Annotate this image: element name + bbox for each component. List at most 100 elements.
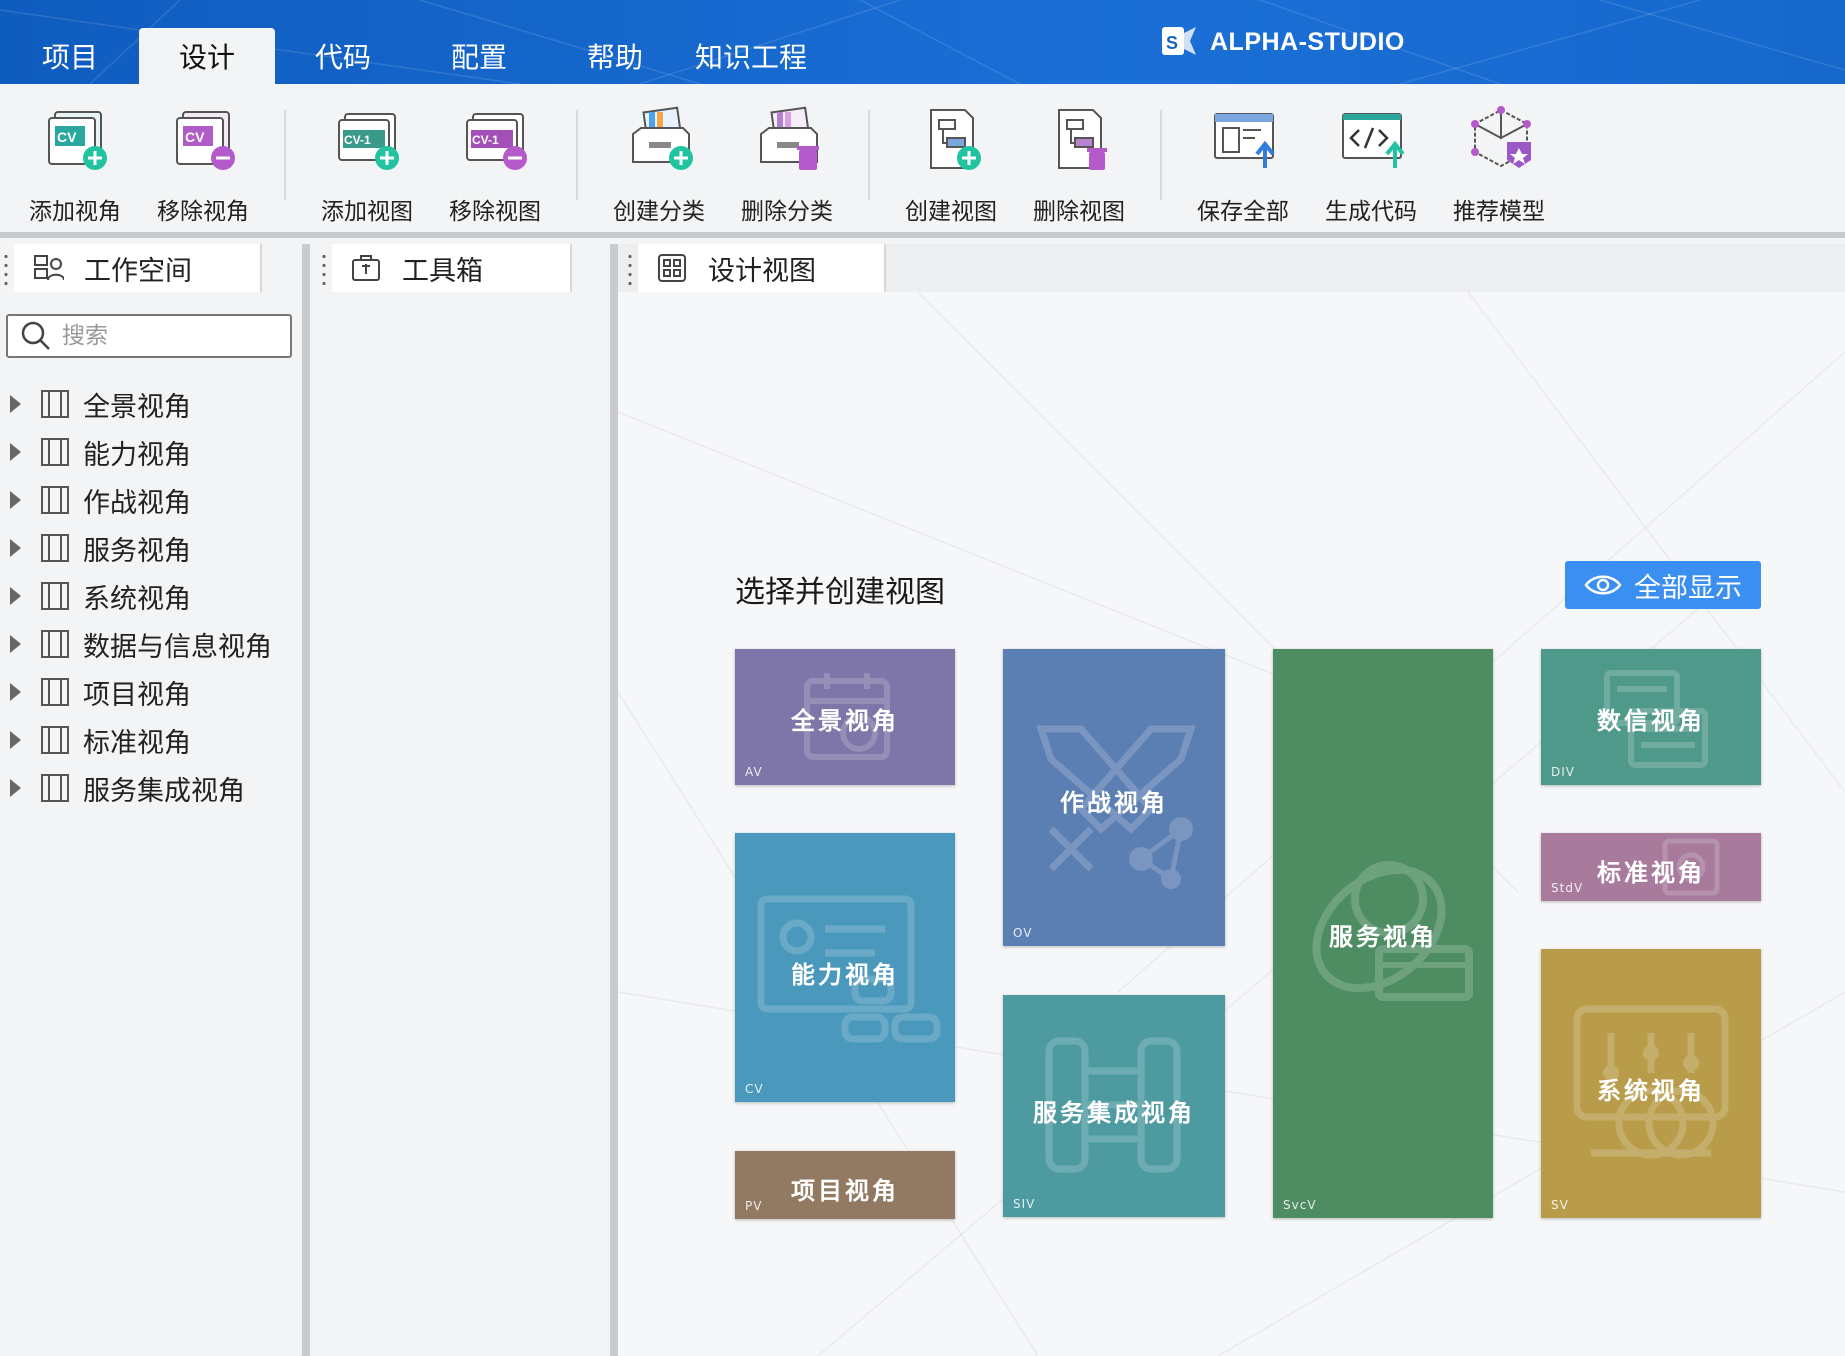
add-viewpoint-icon: CV [48,111,107,170]
create-category-icon [632,106,693,170]
expand-arrow-icon[interactable] [10,635,21,653]
card-abbreviation: SV [1551,1198,1569,1212]
tree-item[interactable]: 项目视角 [0,670,300,714]
card-title: 服务视角 [1329,923,1437,951]
viewpoint-card-sv[interactable]: 系统视角 SV [1541,949,1761,1218]
tab-workspace[interactable]: 工作空间 [14,244,262,292]
viewpoint-book-icon [41,534,69,562]
tree-item[interactable]: 服务视角 [0,526,300,570]
tab-design-view[interactable]: 设计视图 [638,244,886,292]
add-view-button[interactable]: CV-1 添加视图 [307,84,427,232]
delete-diagram-label: 删除视图 [1033,199,1125,225]
menu-tab-design[interactable]: 设计 [139,28,275,84]
card-abbreviation: DIV [1551,765,1575,779]
panel-drag-handle[interactable] [4,252,8,286]
workspace-search [6,314,292,358]
tree-item[interactable]: 能力视角 [0,430,300,474]
tree-item-label: 作战视角 [83,487,191,519]
eye-icon [1584,575,1622,595]
add-viewpoint-label: 添加视角 [29,199,121,225]
create-diagram-button[interactable]: 创建视图 [891,84,1011,232]
menu-tab-code[interactable]: 代码 [291,28,395,84]
viewpoint-card-siv[interactable]: 服务集成视角 SIV [1003,995,1225,1217]
toolbar-separator [1160,110,1162,200]
viewpoint-card-stdv[interactable]: 标准视角 StdV [1541,833,1761,901]
viewpoint-book-icon [41,582,69,610]
remove-viewpoint-button[interactable]: CV 移除视角 [143,84,263,232]
viewpoint-card-cv[interactable]: 能力视角 CV [735,833,955,1102]
tree-item[interactable]: 数据与信息视角 [0,622,300,666]
delete-diagram-button[interactable]: 删除视图 [1019,84,1139,232]
expand-arrow-icon[interactable] [10,491,21,509]
card-title: 系统视角 [1597,1077,1705,1105]
panel-drag-handle[interactable] [322,252,326,286]
viewpoint-card-pv[interactable]: 项目视角 PV [735,1151,955,1219]
viewpoint-book-icon [41,774,69,802]
create-diagram-label: 创建视图 [905,199,997,225]
expand-arrow-icon[interactable] [10,683,21,701]
add-viewpoint-button[interactable]: CV 添加视角 [15,84,135,232]
menu-bar: 项目 设计 代码 配置 帮助 知识工程 S ALPHA-STUDIO [0,0,1845,84]
recommend-model-icon [1471,106,1531,168]
panel-drag-handle[interactable] [628,252,632,286]
expand-arrow-icon[interactable] [10,779,21,797]
tab-toolbox[interactable]: 工具箱 [332,244,572,292]
panel-splitter[interactable] [610,244,618,1356]
toolbar-separator [284,110,286,200]
svg-text:S: S [1166,33,1179,53]
recommend-model-button[interactable]: 推荐模型 [1439,84,1559,232]
create-category-button[interactable]: 创建分类 [599,84,719,232]
generate-code-label: 生成代码 [1325,199,1417,225]
tree-item-label: 系统视角 [83,583,191,615]
svg-text:CV-1: CV-1 [344,133,371,147]
grid-view-icon [658,254,686,282]
tree-item[interactable]: 全景视角 [0,382,300,426]
card-abbreviation: SvcV [1283,1198,1317,1212]
tree-item[interactable]: 标准视角 [0,718,300,762]
expand-arrow-icon[interactable] [10,731,21,749]
save-all-icon [1214,113,1275,168]
viewpoint-card-av[interactable]: 全景视角 AV [735,649,955,785]
toolbox-title: 工具箱 [402,255,483,287]
menu-tab-help[interactable]: 帮助 [563,28,667,84]
expand-arrow-icon[interactable] [10,587,21,605]
toolbar-separator [868,110,870,200]
card-abbreviation: AV [745,765,763,779]
generate-code-button[interactable]: 生成代码 [1311,84,1431,232]
viewpoint-book-icon [41,390,69,418]
brand-logo-icon: S [1162,27,1196,55]
search-input[interactable] [62,323,272,349]
viewpoint-card-svcv[interactable]: 服务视角 SvcV [1273,649,1493,1218]
save-all-button[interactable]: 保存全部 [1183,84,1303,232]
expand-arrow-icon[interactable] [10,539,21,557]
viewpoint-book-icon [41,678,69,706]
tree-item[interactable]: 系统视角 [0,574,300,618]
tree-item-label: 项目视角 [83,679,191,711]
menu-tab-project[interactable]: 项目 [18,28,122,84]
remove-view-button[interactable]: CV-1 移除视图 [435,84,555,232]
expand-arrow-icon[interactable] [10,395,21,413]
svg-text:CV: CV [57,129,77,145]
tree-item[interactable]: 作战视角 [0,478,300,522]
expand-arrow-icon[interactable] [10,443,21,461]
create-category-label: 创建分类 [613,199,705,225]
svg-text:CV-1: CV-1 [472,133,499,147]
menu-tab-knowledge[interactable]: 知识工程 [683,28,819,84]
menu-tab-config[interactable]: 配置 [427,28,531,84]
card-abbreviation: PV [745,1199,763,1213]
card-title: 作战视角 [1060,789,1168,817]
viewpoint-book-icon [41,486,69,514]
card-title: 服务集成视角 [1033,1099,1195,1127]
tree-item-label: 服务集成视角 [83,775,245,807]
tree-item[interactable]: 服务集成视角 [0,766,300,810]
tree-item-label: 标准视角 [83,727,191,759]
add-view-label: 添加视图 [321,199,413,225]
delete-category-button[interactable]: 删除分类 [727,84,847,232]
viewpoint-card-ov[interactable]: 作战视角 OV [1003,649,1225,946]
save-all-label: 保存全部 [1197,199,1289,225]
panel-splitter[interactable] [302,244,310,1356]
show-all-button[interactable]: 全部显示 [1565,561,1761,609]
brand: S ALPHA-STUDIO [1160,22,1405,62]
viewpoint-card-div[interactable]: 数信视角 DIV [1541,649,1761,785]
delete-category-icon [760,106,819,170]
